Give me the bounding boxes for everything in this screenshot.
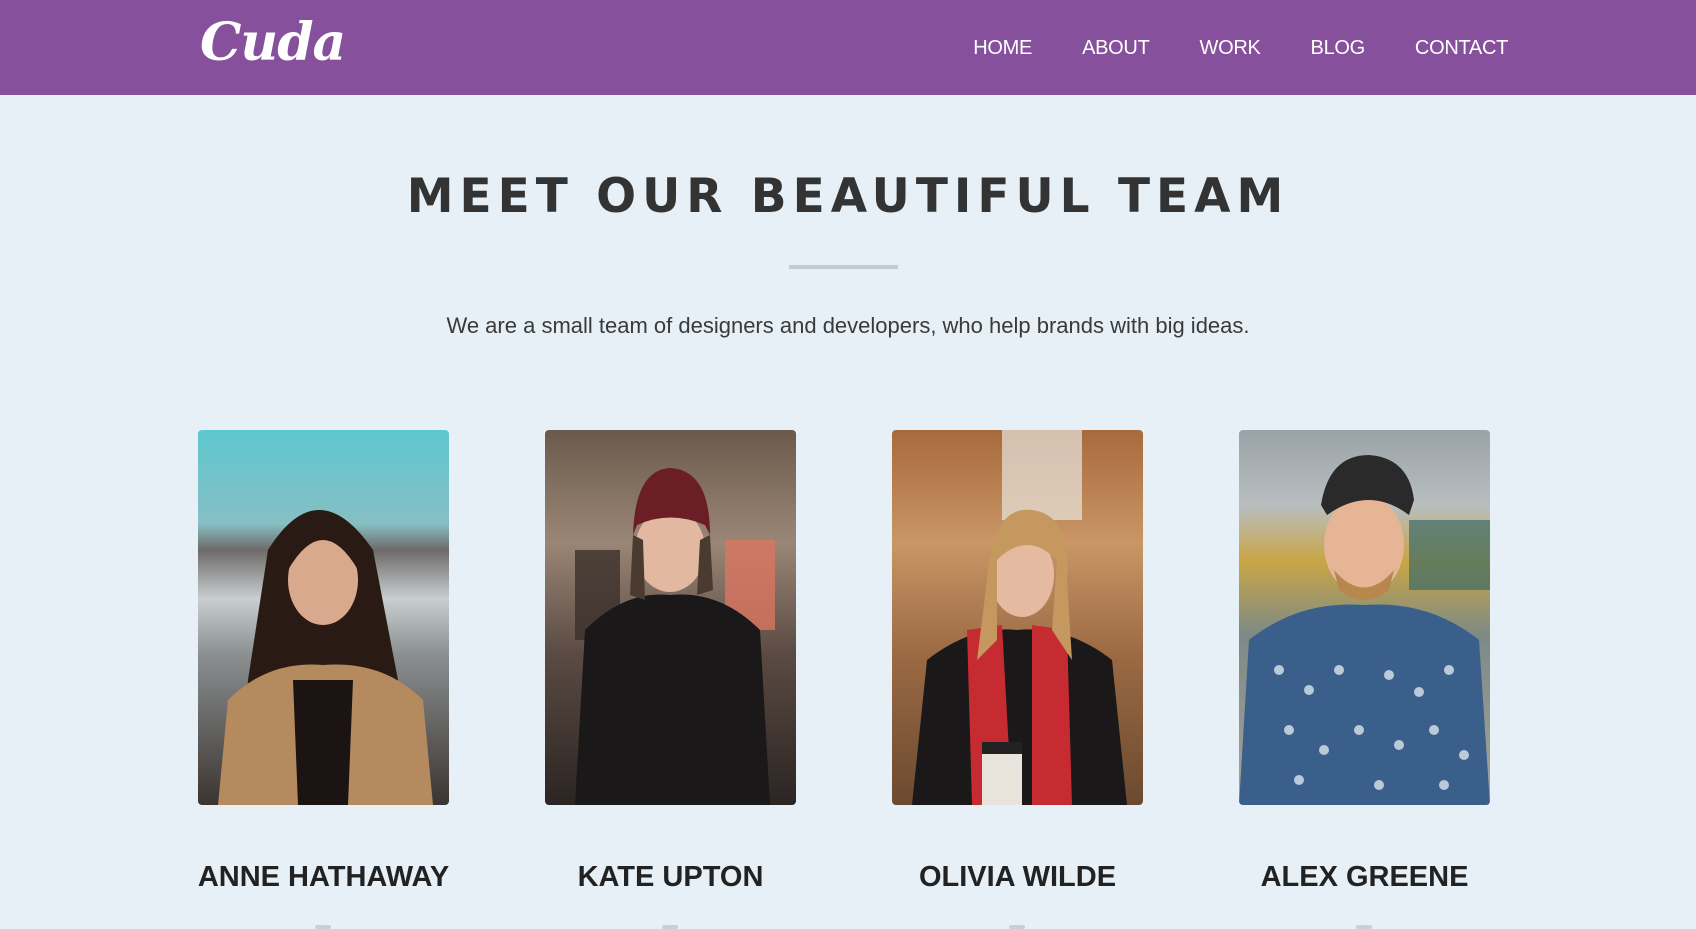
team-member-card: ALEX GREENE xyxy=(1239,430,1490,929)
team-member-card: ANNE HATHAWAY xyxy=(198,430,449,929)
main-nav: HOME ABOUT WORK BLOG CONTACT xyxy=(973,0,1508,95)
team-member-name: KATE UPTON xyxy=(577,861,764,893)
name-underline xyxy=(1356,925,1372,929)
name-underline xyxy=(662,925,678,929)
portrait-image xyxy=(892,430,1143,805)
nav-link-home[interactable]: HOME xyxy=(973,36,1032,60)
name-underline xyxy=(1009,925,1025,929)
team-member-photo[interactable] xyxy=(892,430,1143,805)
team-member-photo[interactable] xyxy=(198,430,449,805)
site-header: Cuda HOME ABOUT WORK BLOG CONTACT xyxy=(0,0,1696,95)
team-member-photo[interactable] xyxy=(545,430,796,805)
portrait-image xyxy=(198,430,449,805)
nav-link-contact[interactable]: CONTACT xyxy=(1415,36,1508,60)
team-member-card: OLIVIA WILDE xyxy=(892,430,1143,929)
nav-link-about[interactable]: ABOUT xyxy=(1082,36,1150,60)
team-member-name: OLIVIA WILDE xyxy=(918,861,1117,893)
team-section-subtitle: We are a small team of designers and dev… xyxy=(446,313,1250,338)
team-section-title: MEET OUR BEAUTIFUL TEAM xyxy=(406,169,1290,224)
portrait-image xyxy=(545,430,796,805)
team-member-card: KATE UPTON xyxy=(545,430,796,929)
team-member-photo[interactable] xyxy=(1239,430,1490,805)
team-member-name: ANNE HATHAWAY xyxy=(197,861,450,893)
team-member-name: ALEX GREENE xyxy=(1260,861,1469,893)
name-underline xyxy=(315,925,331,929)
nav-link-work[interactable]: WORK xyxy=(1200,36,1261,60)
nav-link-blog[interactable]: BLOG xyxy=(1311,36,1366,60)
brand-logo[interactable]: Cuda xyxy=(200,12,346,74)
portrait-image xyxy=(1239,430,1490,805)
title-divider xyxy=(789,265,898,269)
